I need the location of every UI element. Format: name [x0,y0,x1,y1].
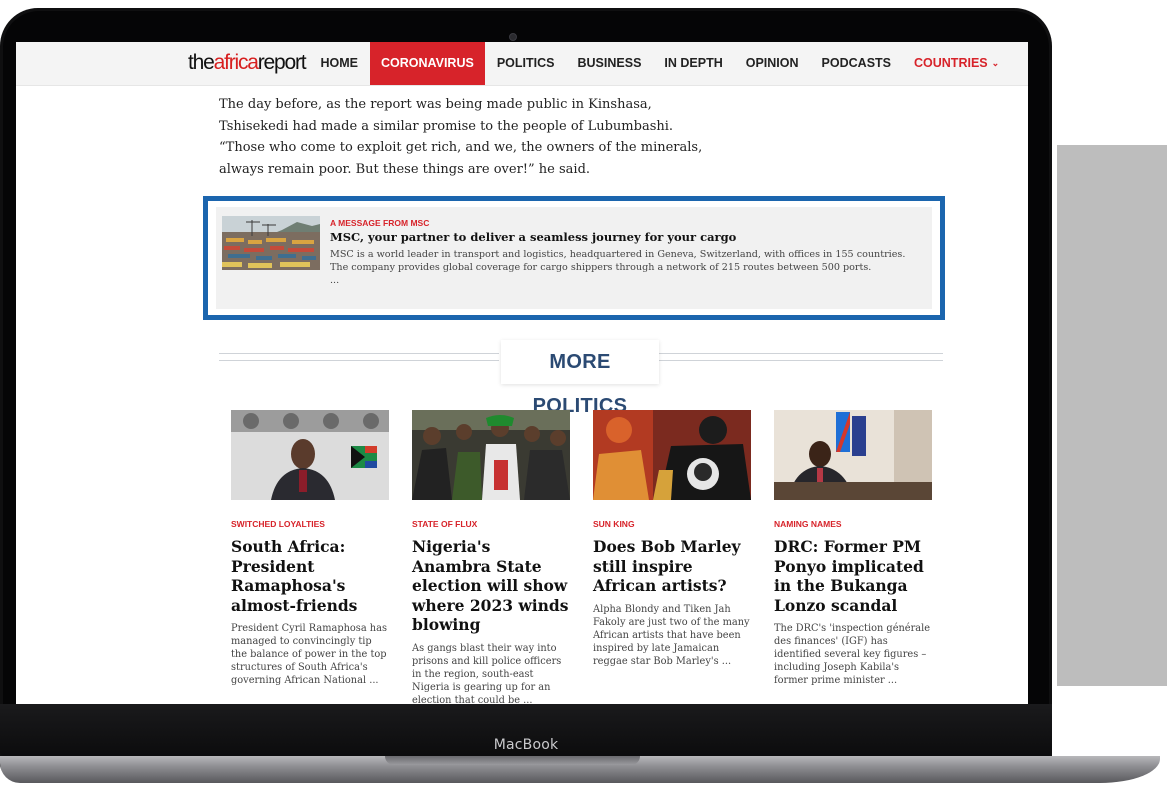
chevron-down-icon: ⌄ [991,58,1000,68]
nav-item-in-depth[interactable]: IN DEPTH [653,42,734,85]
anambra-crowd-photo [412,410,570,500]
sponsored-body-text: MSC is a world leader in transport and l… [330,249,906,274]
sponsored-message-box[interactable]: A MESSAGE FROM MSC MSC, your partner to … [203,196,945,320]
article-card[interactable]: NAMING NAMES DRC: Former PM Ponyo implic… [774,410,932,687]
nav-menu: HOME CORONAVIRUS POLITICS BUSINESS IN DE… [309,42,1011,85]
article-card[interactable]: STATE OF FLUX Nigeria's Anambra State el… [412,410,570,704]
section-divider-left [219,353,499,361]
nav-item-home[interactable]: HOME [309,42,370,85]
site-logo[interactable]: theafricareport [188,51,307,75]
article-card[interactable]: SWITCHED LOYALTIES South Africa: Preside… [231,410,389,687]
sponsored-body: MSC is a world leader in transport and l… [330,248,925,288]
logo-accent: africa [213,51,259,74]
laptop-hinge-notch [385,756,640,765]
sponsored-ellipsis: ... [330,275,340,287]
card-kicker: SWITCHED LOYALTIES [231,519,325,529]
card-kicker: STATE OF FLUX [412,519,478,529]
sponsored-kicker: A MESSAGE FROM MSC [330,218,430,228]
site-navbar: theafricareport HOME CORONAVIRUS POLITIC… [16,42,1028,86]
sponsored-title[interactable]: MSC, your partner to deliver a seamless … [330,230,736,244]
card-title[interactable]: DRC: Former PM Ponyo implicated in the B… [774,537,932,615]
ponyo-office-photo [774,410,932,500]
logo-suffix: report [257,51,307,74]
side-panel-background [1057,145,1167,686]
card-excerpt: As gangs blast their way into prisons an… [412,642,562,705]
card-kicker: NAMING NAMES [774,519,842,529]
card-excerpt: The DRC's 'inspection générale des finan… [774,623,931,687]
card-excerpt: Alpha Blondy and Tiken Jah Fakoly are ju… [593,603,750,667]
section-heading: MORE POLITICS [501,340,659,417]
sponsored-card: A MESSAGE FROM MSC MSC, your partner to … [216,207,932,309]
article-card[interactable]: SUN KING Does Bob Marley still inspire A… [593,410,751,668]
section-divider-right [659,353,943,361]
card-title[interactable]: Nigeria's Anambra State election will sh… [412,537,570,635]
ramaphosa-photo [231,410,389,500]
camera-icon [509,33,517,41]
bob-marley-tshirt-photo [593,410,751,500]
nav-item-opinion[interactable]: OPINION [734,42,810,85]
browser-screen: theafricareport HOME CORONAVIRUS POLITIC… [16,42,1028,704]
nav-item-podcasts[interactable]: PODCASTS [810,42,902,85]
card-title[interactable]: Does Bob Marley still inspire African ar… [593,537,751,596]
nav-item-politics[interactable]: POLITICS [485,42,566,85]
port-containers-image [222,216,320,270]
card-kicker: SUN KING [593,519,635,529]
logo-prefix: the [188,51,215,74]
nav-item-coronavirus[interactable]: CORONAVIRUS [369,42,486,85]
card-title[interactable]: South Africa: President Ramaphosa's almo… [231,537,389,615]
laptop-brand-label: MacBook [493,737,559,753]
nav-item-countries[interactable]: COUNTRIES ⌄ [903,42,1011,85]
nav-countries-label: COUNTRIES [914,56,988,70]
article-paragraph: The day before, as the report was being … [219,97,703,177]
nav-item-business[interactable]: BUSINESS [566,42,653,85]
card-excerpt: President Cyril Ramaphosa has managed to… [231,623,387,687]
